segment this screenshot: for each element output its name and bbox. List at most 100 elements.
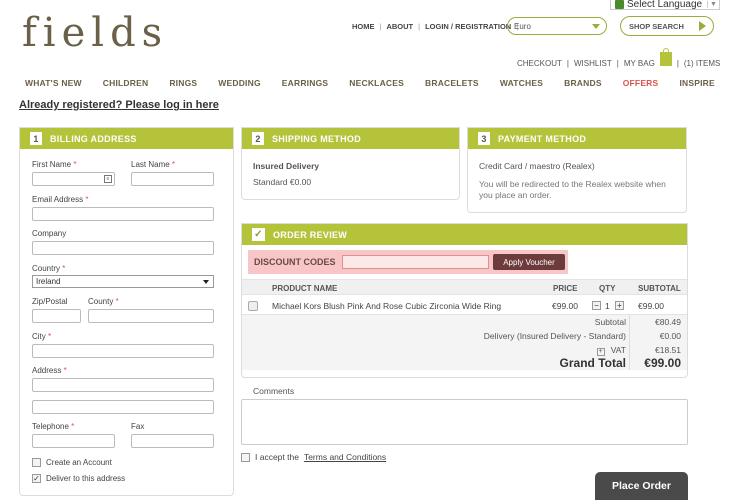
deliver-here-checkbox[interactable]: ✓ (32, 474, 41, 483)
telephone-input[interactable] (32, 434, 115, 448)
discount-code-input[interactable] (342, 255, 489, 269)
county-input[interactable] (88, 309, 214, 323)
payment-method-panel: 3 PAYMENT METHOD Credit Card / maestro (… (467, 127, 687, 213)
billing-address-panel: 1 BILLING ADDRESS First Name * ≡ Last Na… (19, 127, 234, 496)
step-number: 2 (252, 132, 264, 145)
shipping-header: 2 SHIPPING METHOD (242, 128, 459, 149)
product-qty: 1 (605, 301, 610, 311)
expand-icon[interactable]: + (596, 348, 605, 356)
payment-note: You will be redirected to the Realex web… (479, 179, 666, 200)
checkout-link[interactable]: CHECKOUT (517, 59, 562, 68)
table-header: PRODUCT NAME PRICE QTY SUBTOTAL (242, 280, 687, 295)
comments-label: Comments (253, 386, 295, 396)
city-input[interactable] (32, 344, 214, 358)
autofill-icon[interactable]: ≡ (104, 175, 112, 183)
nav-rings[interactable]: RINGS (169, 78, 197, 88)
nav-brands[interactable]: BRANDS (564, 78, 602, 88)
wishlist-link[interactable]: WISHLIST (574, 59, 612, 68)
vat-value: €18.51 (655, 345, 681, 355)
place-order-button[interactable]: Place Order (595, 472, 688, 500)
table-row: Michael Kors Blush Pink And Rose Cubic Z… (242, 295, 687, 315)
nav-whats-new[interactable]: WHAT'S NEW (25, 78, 82, 88)
first-name-label: First Name * (32, 160, 77, 169)
chevron-down-icon (592, 23, 600, 29)
language-label: Select Language (627, 0, 703, 10)
terms-checkbox[interactable] (241, 452, 250, 462)
product-name: Michael Kors Blush Pink And Rose Cubic Z… (272, 301, 502, 311)
nav-wedding[interactable]: WEDDING (218, 78, 260, 88)
login-registration-link[interactable]: LOGIN / REGISTRATION (425, 22, 511, 31)
last-name-label: Last Name * (131, 160, 176, 169)
company-label: Company (32, 229, 67, 238)
logo[interactable]: fields (22, 10, 168, 56)
country-select[interactable]: Ireland (32, 275, 214, 288)
nav-inspire[interactable]: INSPIRE (679, 78, 714, 88)
nav-necklaces[interactable]: NECKLACES (349, 78, 404, 88)
discount-label: DISCOUNT CODES (254, 257, 336, 267)
nav-children[interactable]: CHILDREN (103, 78, 149, 88)
fax-input[interactable] (131, 434, 214, 448)
review-header: ✓ ORDER REVIEW (242, 224, 687, 245)
chevron-down-icon: ▼ (707, 0, 719, 8)
grand-total-label: Grand Total (559, 356, 626, 370)
shipping-option[interactable]: Standard €0.00 (253, 177, 311, 188)
nav-offers[interactable]: OFFERS (623, 78, 659, 88)
qty-header: QTY (599, 284, 616, 293)
product-thumbnail-icon[interactable] (248, 301, 258, 311)
home-link[interactable]: HOME (352, 22, 375, 31)
terms-row: I accept the Terms and Conditions (241, 452, 386, 462)
login-prompt-link[interactable]: Already registered? Please log in here (19, 99, 219, 111)
nav-earrings[interactable]: EARRINGS (282, 78, 328, 88)
county-label: County * (88, 297, 119, 306)
step-number: 3 (478, 132, 490, 145)
last-name-input[interactable] (131, 172, 214, 186)
qty-decrease-button[interactable]: − (592, 301, 601, 310)
google-translate-icon (615, 0, 624, 9)
order-review-panel: ✓ ORDER REVIEW DISCOUNT CODES Apply Vouc… (241, 223, 688, 378)
payment-method-name[interactable]: Credit Card / maestro (Realex) (479, 161, 595, 172)
city-label: City * (32, 332, 52, 341)
delivery-label: Delivery (Insured Delivery - Standard) (483, 331, 626, 341)
nav-watches[interactable]: WATCHES (500, 78, 543, 88)
country-label: Country * (32, 264, 66, 273)
shop-search-button[interactable]: SHOP SEARCH (620, 16, 714, 36)
language-selector[interactable]: Select Language ▼ (610, 0, 720, 10)
check-icon: ✓ (252, 228, 265, 241)
nav-bracelets[interactable]: BRACELETS (425, 78, 479, 88)
create-account-label: Create an Account (46, 458, 112, 467)
comments-textarea[interactable] (241, 399, 688, 445)
payment-header: 3 PAYMENT METHOD (468, 128, 686, 149)
subtotal-header: SUBTOTAL (638, 284, 681, 293)
chevron-down-icon (203, 280, 209, 284)
cart-items-count[interactable]: (1) ITEMS (684, 59, 720, 68)
company-input[interactable] (32, 241, 214, 255)
email-label: Email Address * (32, 195, 89, 204)
address-line1-input[interactable] (32, 378, 214, 392)
price-header: PRICE (553, 284, 578, 293)
top-links: HOME | ABOUT | LOGIN / REGISTRATION | (352, 22, 519, 31)
product-name-header: PRODUCT NAME (272, 284, 338, 293)
review-title: ORDER REVIEW (273, 229, 348, 240)
my-bag-link[interactable]: MY BAG (624, 59, 655, 68)
billing-title: BILLING ADDRESS (50, 133, 137, 144)
currency-select[interactable]: Euro (507, 17, 607, 35)
discount-codes-section: DISCOUNT CODES Apply Voucher (248, 250, 568, 274)
email-input[interactable] (32, 207, 214, 221)
first-name-input[interactable]: ≡ (32, 172, 115, 186)
terms-link[interactable]: Terms and Conditions (304, 452, 386, 462)
apply-voucher-button[interactable]: Apply Voucher (493, 254, 565, 270)
zip-label: Zip/Postal (32, 297, 68, 306)
about-link[interactable]: ABOUT (386, 22, 413, 31)
shopping-bag-icon[interactable] (659, 47, 672, 66)
zip-input[interactable] (32, 309, 81, 323)
payment-title: PAYMENT METHOD (498, 133, 587, 144)
address-line2-input[interactable] (32, 400, 214, 414)
shipping-method-name: Insured Delivery (253, 161, 320, 171)
shipping-title: SHIPPING METHOD (272, 133, 362, 144)
step-number: 1 (30, 132, 42, 145)
product-subtotal: €99.00 (638, 301, 664, 311)
order-totals: Subtotal €80.49 Delivery (Insured Delive… (242, 315, 687, 370)
qty-increase-button[interactable]: + (615, 301, 624, 310)
create-account-checkbox[interactable] (32, 458, 41, 467)
vat-label: VAT (610, 345, 626, 355)
